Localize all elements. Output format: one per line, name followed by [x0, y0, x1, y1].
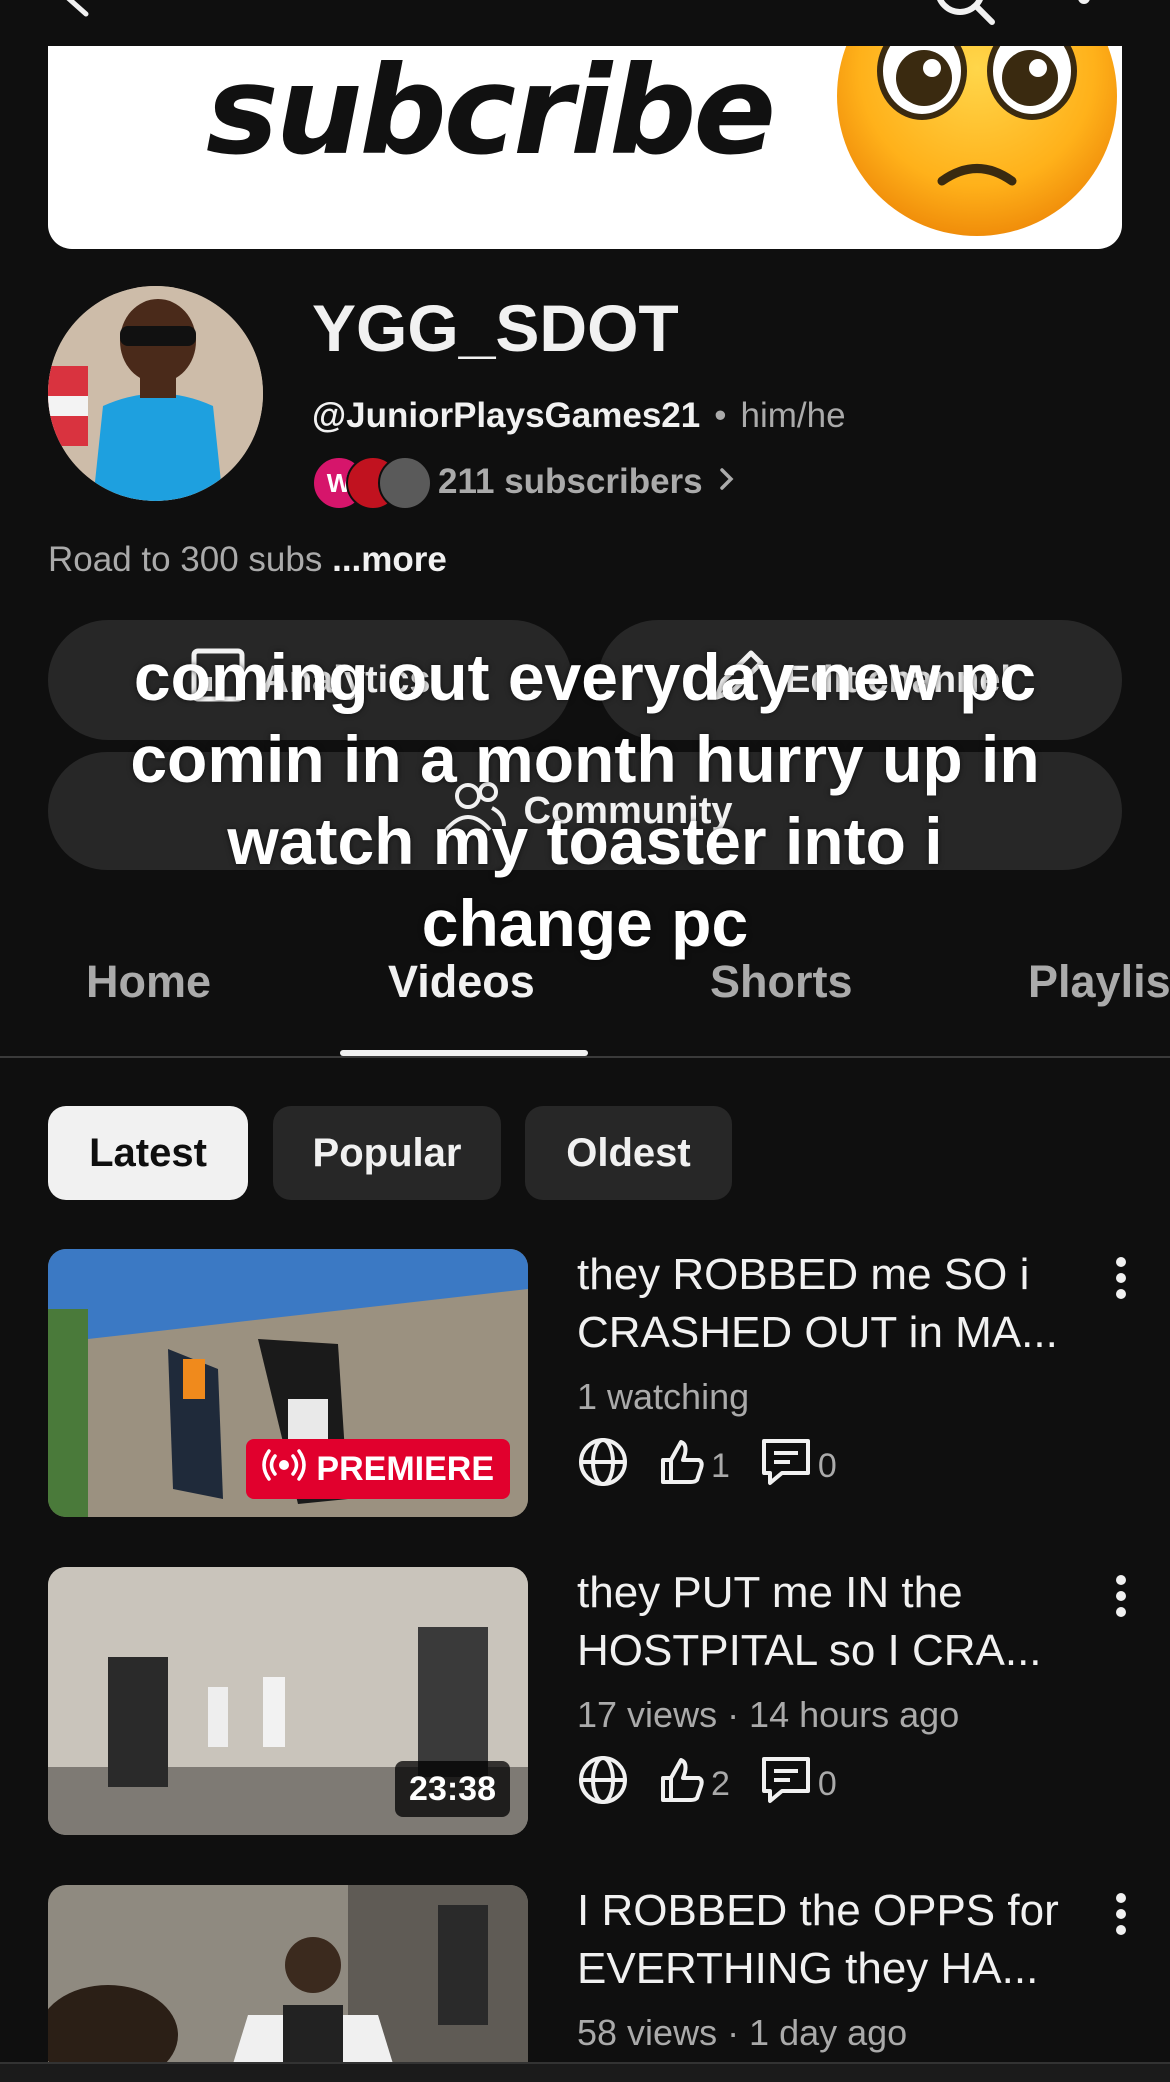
subscribers-row[interactable]: W 211 subscribers [312, 456, 737, 510]
thumbs-up-icon[interactable] [657, 1756, 705, 1813]
channel-name: YGG_SDOT [312, 291, 679, 365]
premiere-badge: PREMIERE [246, 1439, 510, 1499]
tab-playlists[interactable]: Playlists [1028, 956, 1170, 1008]
banner-text: subcribe [206, 46, 776, 182]
comment-icon[interactable] [760, 1437, 812, 1496]
comment-count: 0 [817, 1765, 837, 1803]
channel-avatar[interactable] [48, 286, 263, 501]
overflow-menu-icon[interactable] [1072, 0, 1096, 15]
globe-icon [577, 1754, 629, 1815]
tab-videos[interactable]: Videos [388, 956, 535, 1008]
video-thumbnail[interactable] [48, 1885, 528, 2080]
chip-latest[interactable]: Latest [48, 1106, 248, 1200]
bottom-navigation-bar [0, 2062, 1170, 2082]
like-count: 1 [711, 1447, 730, 1485]
tab-shorts[interactable]: Shorts [710, 956, 853, 1008]
search-icon[interactable] [930, 0, 1000, 35]
chip-popular[interactable]: Popular [273, 1106, 501, 1200]
video-title[interactable]: I ROBBED the OPPS for EVERTHING they HA.… [577, 1882, 1097, 1998]
premiere-label: PREMIERE [316, 1449, 494, 1488]
tab-home[interactable]: Home [86, 956, 211, 1008]
chip-oldest[interactable]: Oldest [525, 1106, 732, 1200]
pleading-face-emoji-icon [837, 46, 1117, 236]
description-text: Road to 300 subs [48, 540, 323, 579]
video-meta: 1 watching [577, 1376, 750, 1417]
active-tab-indicator [340, 1050, 588, 1056]
video-stats: 1 0 [577, 1436, 867, 1497]
video-meta: 17 views · 14 hours ago [577, 1694, 960, 1735]
chevron-right-icon [717, 462, 737, 502]
subscriber-avatars: W [312, 456, 432, 510]
video-menu-icon[interactable] [1110, 1256, 1132, 1305]
thumbs-up-icon[interactable] [657, 1438, 705, 1495]
like-count: 2 [711, 1765, 730, 1803]
channel-handle-row: @JuniorPlaysGames21 • him/he [312, 396, 846, 436]
overlay-caption: coming out everyday new pc comin in a mo… [130, 640, 1040, 960]
video-menu-icon[interactable] [1110, 1892, 1132, 1941]
comment-icon[interactable] [760, 1755, 812, 1814]
subscriber-count: 211 subscribers [438, 462, 703, 501]
video-meta: 58 views · 1 day ago [577, 2012, 908, 2053]
channel-pronouns: him/he [740, 396, 846, 435]
video-stats: 2 0 [577, 1754, 867, 1815]
channel-tabs: Home Videos Shorts Playlists [0, 950, 1170, 1058]
channel-description[interactable]: Road to 300 subs ...more [48, 540, 447, 580]
video-title[interactable]: they ROBBED me SO i CRASHED OUT in MA... [577, 1246, 1097, 1362]
video-thumbnail[interactable]: 23:38 [48, 1567, 528, 1835]
live-broadcast-icon [262, 1448, 307, 1491]
globe-icon [577, 1436, 629, 1497]
separator-dot: • [714, 396, 727, 435]
video-thumbnail[interactable]: PREMIERE [48, 1249, 528, 1517]
top-app-bar [0, 0, 1170, 46]
video-menu-icon[interactable] [1110, 1574, 1132, 1623]
channel-handle: @JuniorPlaysGames21 [312, 396, 701, 435]
subscriber-avatar [378, 456, 432, 510]
comment-count: 0 [817, 1447, 837, 1485]
back-arrow-icon[interactable] [58, 0, 98, 23]
video-title[interactable]: they PUT me IN the HOSTPITAL so I CRA... [577, 1564, 1097, 1680]
more-link[interactable]: ...more [332, 540, 447, 579]
duration-badge: 23:38 [395, 1761, 510, 1817]
channel-banner: subcribe [48, 46, 1122, 249]
